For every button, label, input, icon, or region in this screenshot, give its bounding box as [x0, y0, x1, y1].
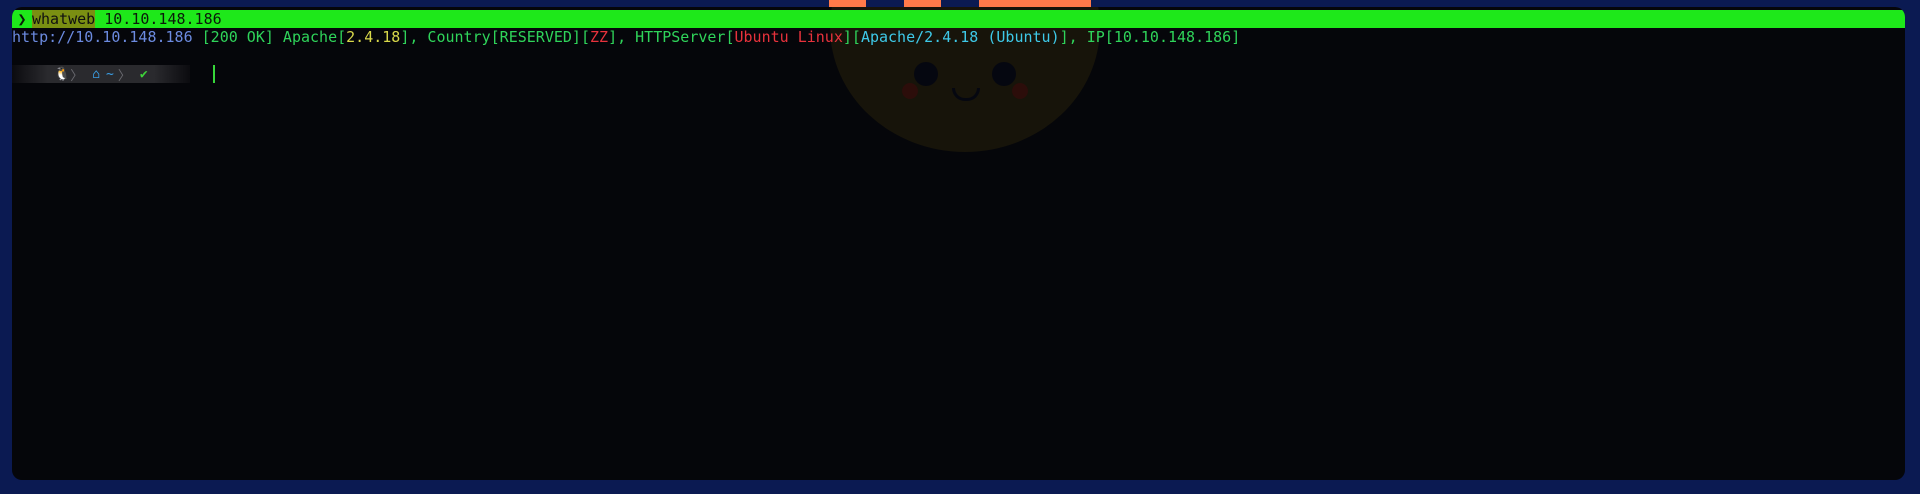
workspace-indicator-2[interactable]	[904, 0, 941, 7]
terminal-window[interactable]: ❯ whatweb 10.10.148.186 http://10.10.148.…	[12, 7, 1905, 480]
home-icon: ⌂	[92, 66, 101, 82]
command-argument: 10.10.148.186	[95, 10, 222, 28]
output-text: ], Country[RESERVED][	[400, 28, 590, 46]
output-url: http://10.10.148.186	[12, 28, 193, 46]
shell-prompt: 🐧 〉 ⌂ ~ 〉 ✔	[12, 65, 190, 84]
wallpaper-eye-right	[992, 62, 1016, 86]
output-country-code: ZZ	[590, 28, 609, 46]
wallpaper-eye-left	[914, 62, 938, 86]
check-icon: ✔	[139, 66, 148, 82]
command-line[interactable]: ❯ whatweb 10.10.148.186	[12, 10, 1905, 28]
workspace-indicator-3[interactable]	[979, 0, 1091, 7]
prompt-status-segment: ✔	[133, 65, 154, 83]
output-text: ], IP[	[1059, 28, 1114, 46]
output-server-banner: Apache/2.4.18 (Ubuntu)	[860, 28, 1060, 46]
prompt-directory: ~	[106, 66, 114, 82]
prompt-arrow-icon: ❯	[17, 10, 27, 28]
output-os: Ubuntu Linux	[734, 28, 843, 46]
prompt-os-segment: 🐧 〉	[48, 65, 87, 84]
output-apache-version: 2.4.18	[346, 28, 401, 46]
prompt-separator-icon: 〉	[70, 68, 84, 84]
prompt-fade-left	[12, 65, 48, 83]
text-cursor[interactable]	[213, 65, 215, 83]
linux-icon: 🐧	[54, 66, 71, 82]
workspace-indicator-1[interactable]	[829, 0, 866, 7]
output-text: ], HTTPServer[	[608, 28, 735, 46]
prompt-dir-segment: ⌂ ~ 〉	[86, 65, 134, 84]
command-program: whatweb	[32, 10, 96, 28]
output-ip: 10.10.148.186	[1113, 28, 1232, 46]
wallpaper-cheek-left	[902, 83, 918, 99]
output-text: ]	[1231, 28, 1241, 46]
desktop-top-bar	[0, 0, 1920, 7]
output-text: ][	[842, 28, 861, 46]
wallpaper-cheek-right	[1012, 83, 1028, 99]
prompt-separator-icon: 〉	[117, 68, 131, 84]
prompt-fade-right	[153, 65, 190, 83]
command-output: http://10.10.148.186 [200 OK] Apache[2.4…	[12, 28, 1240, 46]
output-text: [200 OK] Apache[	[192, 28, 347, 46]
wallpaper-mouth	[952, 88, 980, 101]
